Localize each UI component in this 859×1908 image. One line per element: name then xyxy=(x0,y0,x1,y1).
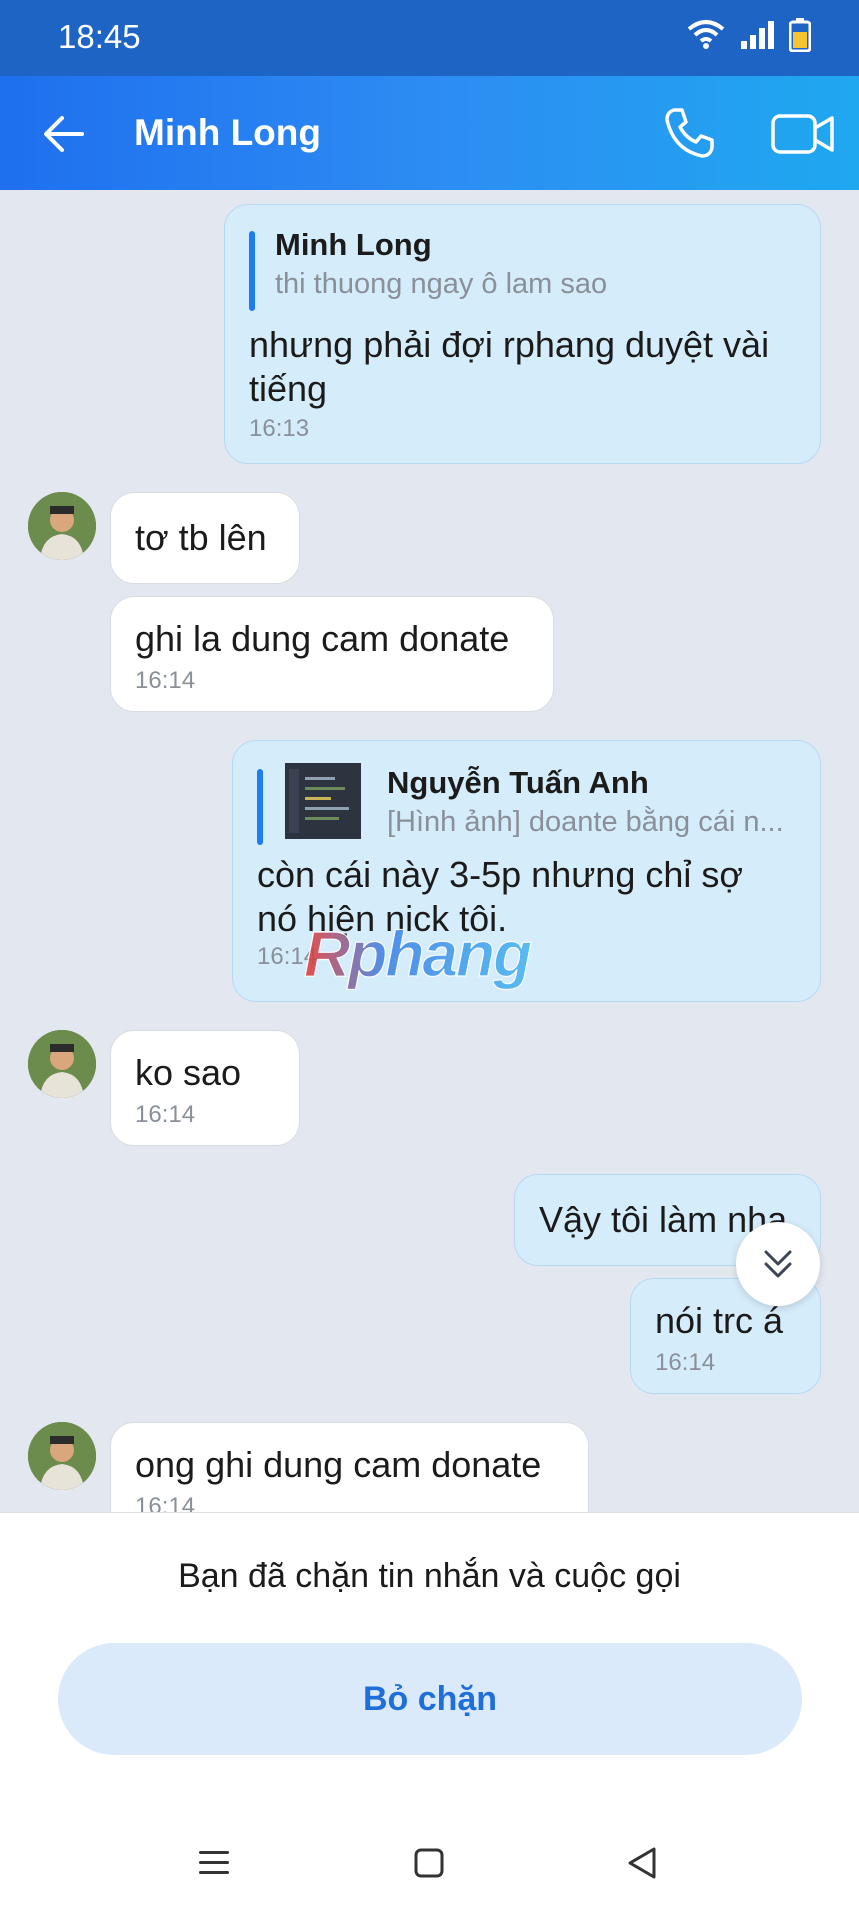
message-text: ong ghi dung cam donate xyxy=(135,1444,542,1485)
blocked-panel: Bạn đã chặn tin nhắn và cuộc gọi Bỏ chặn xyxy=(0,1512,859,1908)
message-bubble[interactable]: ong ghi dung cam donate 16:14 xyxy=(110,1422,589,1512)
status-bar: 18:45 xyxy=(0,0,859,76)
avatar[interactable] xyxy=(28,1030,96,1098)
message-text: ghi la dung cam donate xyxy=(135,618,510,659)
quote-text: thi thuong ngay ô lam sao xyxy=(275,268,608,300)
back-arrow-icon xyxy=(44,116,84,152)
battery-icon xyxy=(789,18,811,52)
message-time: 16:14 xyxy=(135,667,196,694)
quote-author: Minh Long xyxy=(275,227,432,262)
blocked-notice: Bạn đã chặn tin nhắn và cuộc gọi xyxy=(178,1557,681,1595)
video-camera-icon xyxy=(771,114,834,154)
message-text: nhưng phải đợi rphang duyệt vài tiếng xyxy=(249,323,796,411)
signal-icon xyxy=(741,21,774,49)
back-triangle-icon xyxy=(628,1847,656,1879)
message-text: tơ tb lên xyxy=(135,517,267,558)
message-bubble[interactable]: ghi la dung cam donate 16:14 xyxy=(110,596,554,712)
message-text-line: tiếng xyxy=(249,368,328,409)
watermark-logo: Rphang xyxy=(300,914,570,1009)
quote-author: Nguyễn Tuấn Anh xyxy=(387,765,649,800)
reply-quote[interactable]: Minh Long thi thuong ngay ô lam sao xyxy=(249,225,796,321)
message-bubble[interactable]: tơ tb lên xyxy=(110,492,300,584)
back-button[interactable] xyxy=(36,106,92,162)
message-list[interactable]: Minh Long thi thuong ngay ô lam sao nhưn… xyxy=(0,190,859,1512)
svg-text:Rphang: Rphang xyxy=(304,918,531,990)
avatar[interactable] xyxy=(28,1422,96,1490)
chat-header: Minh Long xyxy=(0,76,859,190)
quote-bar xyxy=(257,769,263,845)
quote-image-thumbnail xyxy=(285,763,361,839)
quote-text: [Hình ảnh] doante bằng cái n... xyxy=(387,806,784,838)
video-call-button[interactable] xyxy=(770,104,836,162)
message-time: 16:13 xyxy=(249,415,310,442)
system-back-button[interactable] xyxy=(612,1833,672,1893)
wifi-icon xyxy=(687,20,725,49)
contact-name[interactable]: Minh Long xyxy=(134,112,321,154)
voice-call-button[interactable] xyxy=(660,104,718,162)
quote-bar xyxy=(249,231,255,311)
message-text: ko sao xyxy=(135,1052,242,1093)
home-button[interactable] xyxy=(399,1833,459,1893)
system-nav-bar xyxy=(0,1813,859,1908)
message-time: 16:14 xyxy=(135,1493,196,1512)
chevron-double-down-icon xyxy=(764,1250,792,1278)
message-time: 16:14 xyxy=(655,1349,716,1376)
message-text-line: còn cái này 3-5p nhưng chỉ sợ xyxy=(257,854,743,895)
scroll-to-bottom-button[interactable] xyxy=(736,1222,820,1306)
message-time: 16:14 xyxy=(135,1101,196,1128)
avatar[interactable] xyxy=(28,492,96,560)
menu-icon xyxy=(199,1851,229,1874)
recent-apps-button[interactable] xyxy=(184,1833,244,1893)
message-bubble[interactable]: ko sao 16:14 xyxy=(110,1030,300,1146)
status-icons xyxy=(687,18,811,52)
phone-icon xyxy=(665,108,714,158)
message-bubble[interactable]: Minh Long thi thuong ngay ô lam sao nhưn… xyxy=(224,204,821,464)
home-square-icon xyxy=(414,1848,444,1878)
unblock-button[interactable]: Bỏ chặn xyxy=(58,1643,802,1755)
reply-quote[interactable]: Nguyễn Tuấn Anh [Hình ảnh] doante bằng c… xyxy=(257,763,796,849)
status-time: 18:45 xyxy=(58,18,141,55)
message-text-line: nhưng phải đợi rphang duyệt vài xyxy=(249,324,770,365)
